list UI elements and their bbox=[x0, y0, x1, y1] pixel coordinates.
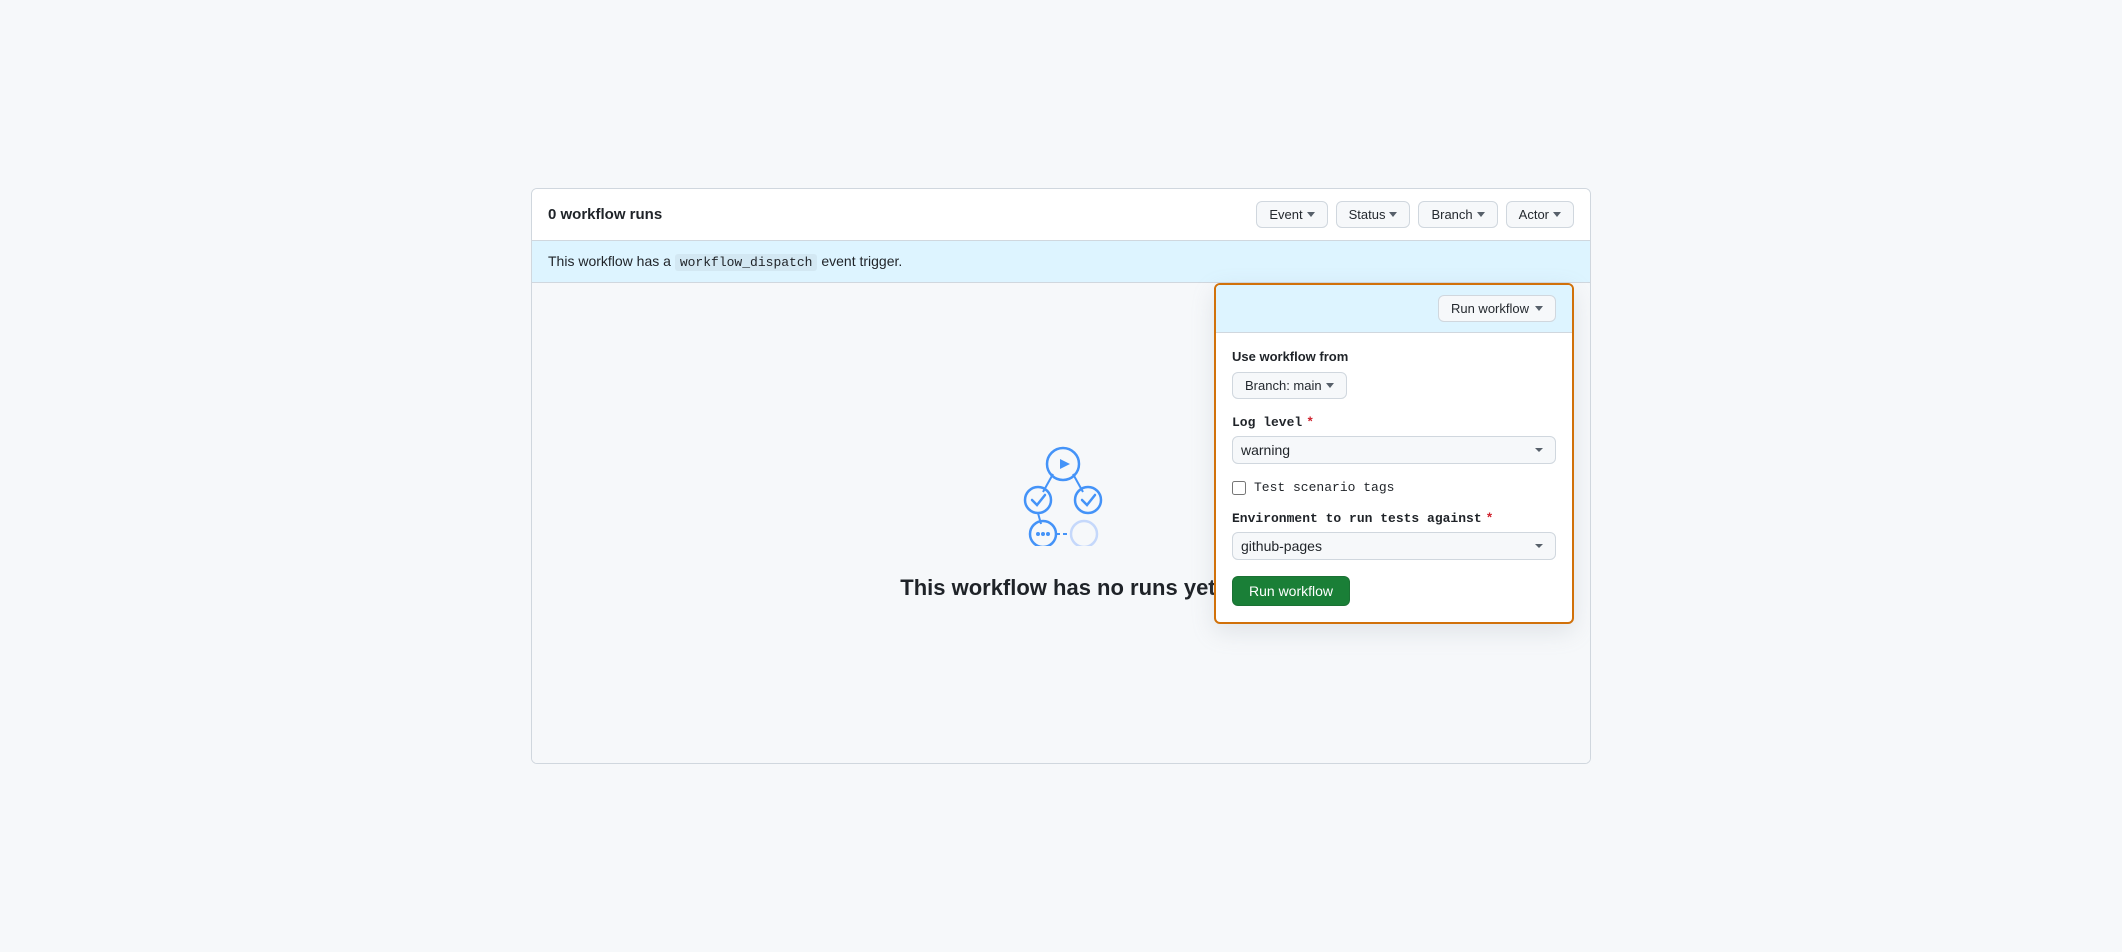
branch-selector-chevron-icon bbox=[1326, 383, 1334, 388]
branch-selector-label: Branch: main bbox=[1245, 378, 1322, 393]
page-container: 0 workflow runs Event Status Branch Acto… bbox=[531, 188, 1591, 764]
test-scenario-checkbox[interactable] bbox=[1232, 481, 1246, 495]
event-filter-label: Event bbox=[1269, 207, 1302, 222]
header-filters: Event Status Branch Actor bbox=[1256, 201, 1574, 228]
event-chevron-icon bbox=[1307, 212, 1315, 217]
event-filter-button[interactable]: Event bbox=[1256, 201, 1327, 228]
branch-filter-button[interactable]: Branch bbox=[1418, 201, 1497, 228]
workflow-count: 0 workflow runs bbox=[548, 206, 662, 223]
status-chevron-icon bbox=[1389, 212, 1397, 217]
environment-label-text: Environment to run tests against bbox=[1232, 511, 1482, 526]
trigger-prefix: This workflow has a bbox=[548, 253, 671, 269]
header-bar: 0 workflow runs Event Status Branch Acto… bbox=[532, 189, 1590, 241]
run-workflow-chevron-icon bbox=[1535, 306, 1543, 311]
use-workflow-from-label: Use workflow from bbox=[1232, 349, 1556, 364]
log-level-label: Log level * bbox=[1232, 415, 1556, 430]
test-scenario-label: Test scenario tags bbox=[1254, 480, 1394, 495]
empty-state-title: This workflow has no runs yet. bbox=[900, 575, 1222, 601]
workflow-illustration bbox=[1001, 446, 1121, 551]
status-filter-label: Status bbox=[1349, 207, 1386, 222]
panel-body: Use workflow from Branch: main Log level… bbox=[1216, 333, 1572, 622]
environment-label: Environment to run tests against * bbox=[1232, 511, 1556, 526]
run-workflow-submit-label: Run workflow bbox=[1249, 583, 1333, 599]
environment-select[interactable]: github-pages staging production bbox=[1232, 532, 1556, 560]
run-workflow-panel: Run workflow Use workflow from Branch: m… bbox=[1214, 283, 1574, 624]
branch-chevron-icon bbox=[1477, 212, 1485, 217]
actor-chevron-icon bbox=[1553, 212, 1561, 217]
log-level-label-text: Log level bbox=[1232, 415, 1302, 430]
trigger-code: workflow_dispatch bbox=[675, 254, 818, 271]
branch-selector-button[interactable]: Branch: main bbox=[1232, 372, 1347, 399]
actor-filter-button[interactable]: Actor bbox=[1506, 201, 1574, 228]
trigger-suffix: event trigger. bbox=[821, 253, 902, 269]
main-content: This workflow has no runs yet. Run workf… bbox=[532, 283, 1590, 763]
run-workflow-submit-button[interactable]: Run workflow bbox=[1232, 576, 1350, 606]
actor-filter-label: Actor bbox=[1519, 207, 1549, 222]
log-level-required-star: * bbox=[1306, 415, 1314, 430]
environment-required-star: * bbox=[1486, 511, 1494, 526]
panel-header: Run workflow bbox=[1216, 285, 1572, 333]
log-level-field-group: Log level * warning debug info error bbox=[1232, 415, 1556, 464]
run-workflow-header-button[interactable]: Run workflow bbox=[1438, 295, 1556, 322]
trigger-banner-text: This workflow has a workflow_dispatch ev… bbox=[548, 253, 902, 270]
environment-field-group: Environment to run tests against * githu… bbox=[1232, 511, 1556, 560]
run-workflow-header-label: Run workflow bbox=[1451, 301, 1529, 316]
status-filter-button[interactable]: Status bbox=[1336, 201, 1411, 228]
branch-filter-label: Branch bbox=[1431, 207, 1472, 222]
log-level-select[interactable]: warning debug info error bbox=[1232, 436, 1556, 464]
test-scenario-row: Test scenario tags bbox=[1232, 480, 1556, 495]
trigger-banner: This workflow has a workflow_dispatch ev… bbox=[532, 241, 1590, 283]
